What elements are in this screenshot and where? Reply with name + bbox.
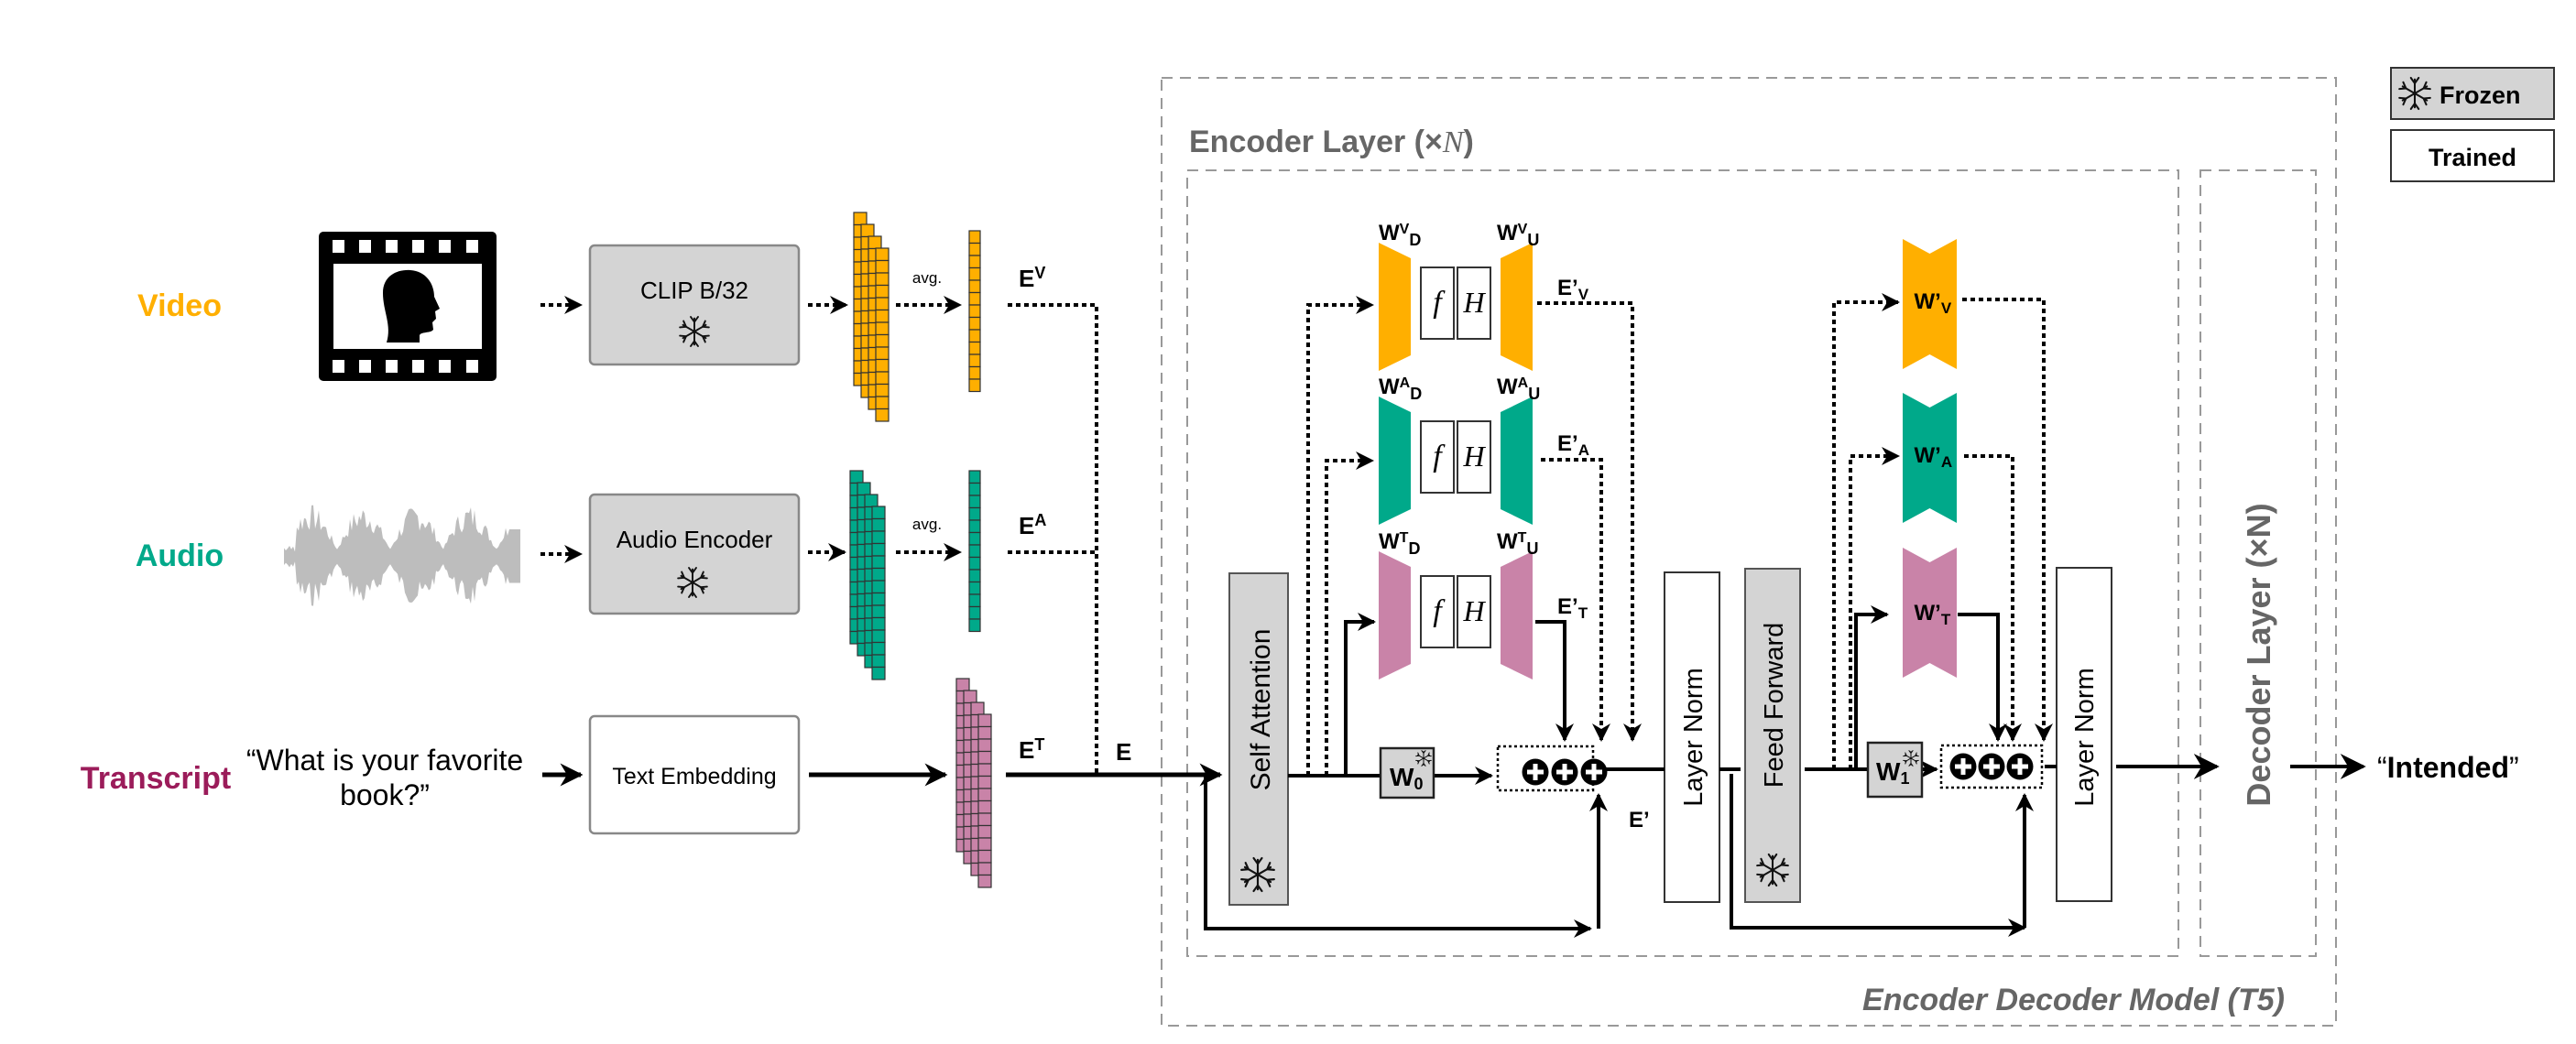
adapter-a: f HWAD WAUE’A [1379,375,1589,525]
down-projection [1379,551,1411,680]
down-projection [1379,397,1411,525]
dotted-to-ff-video-adapter [1832,293,1900,769]
h-label: H [1462,594,1486,627]
layer-norm-1: Layer Norm [1664,571,1720,903]
text-feature-stack [955,678,992,888]
transcript-text: “What is your favorite [246,744,523,777]
audio-avg-vector [968,470,981,633]
architecture-diagram: Encoder Decoder Model (T5) Encoder Layer… [81,67,2555,1027]
transcript-label: Transcript [81,761,231,796]
up-projection [1501,397,1533,525]
down-label: WAD [1379,375,1422,403]
layer-norm-2: Layer Norm [2056,567,2112,902]
waveform-icon [284,505,520,606]
text-adapter-out [1535,620,1574,742]
legend-frozen-label: Frozen [2440,82,2521,109]
plus-icon [1551,758,1578,786]
video-avg-vector [968,230,981,393]
encoder-layer-label: Encoder Layer (×N) [1189,125,1474,159]
dotted-ff-audio-out [1964,454,2022,742]
ff-adapter-a: W’A [1903,393,1957,523]
up-label: WVU [1497,221,1539,249]
ev-label: EV [1019,264,1045,292]
encoder-decoder-label: Encoder Decoder Model (T5) [1862,983,2285,1017]
up-label: WTU [1497,529,1538,558]
svg-text:Audio Encoder: Audio Encoder [617,526,773,553]
up-label: WAU [1497,375,1540,403]
line-to-text-adapter [1344,613,1376,776]
down-projection [1379,243,1411,371]
down-label: WTD [1379,529,1420,558]
h-label: H [1462,286,1486,319]
audio-feature-stack [849,470,886,680]
dotted-to-audio-adapter [1325,451,1374,776]
film-strip-head-icon [319,232,497,381]
ea-label: EA [1019,511,1046,539]
ff-adapter-v: W’V [1903,239,1957,369]
video-avg-label: avg. [912,269,942,287]
plus-icon [1580,758,1608,786]
transcript-text-line2: book?” [340,778,430,811]
video-feature-stack [853,212,890,422]
plus-icon [2006,753,2034,780]
svg-text:CLIP B/32: CLIP B/32 [640,277,748,304]
plus-icon [1949,753,1977,780]
adapter-output-label: E’A [1557,431,1589,459]
et-label: ET [1019,735,1044,764]
plus-icon [1522,758,1549,786]
decoder-layer-label: Decoder Layer (×N) [2240,503,2277,806]
clip-encoder-box: CLIP B/32 [588,244,801,366]
ff-text-out [1958,613,2007,742]
h-label: H [1462,440,1486,473]
dotted-ev-line [1008,303,1098,775]
svg-text:Self Attention: Self Attention [1246,629,1276,791]
e-prime-label: E’ [1629,808,1650,832]
w0-block: W0 [1379,746,1435,799]
w1-block: W1 [1866,741,1924,799]
plus-icon [1978,753,2005,780]
ff-adapter-t: W’T [1903,548,1957,678]
adapter-output-label: E’T [1557,594,1588,622]
svg-text:Feed Forward: Feed Forward [1760,623,1789,788]
adapter-output-label: E’V [1557,276,1589,303]
audio-avg-label: avg. [912,516,942,533]
text-embedding-box: Text Embedding [588,714,801,835]
svg-text:Layer Norm: Layer Norm [1679,668,1708,807]
svg-text:Text Embedding: Text Embedding [612,764,776,789]
legend-trained-label: Trained [2429,144,2516,171]
feed-forward-block: Feed Forward [1744,568,1801,903]
audio-encoder-box: Audio Encoder [588,493,801,615]
adapter-t: f HWTD WTUE’T [1379,529,1588,680]
svg-text:Layer Norm: Layer Norm [2070,668,2100,807]
legend: Frozen Trained [2390,67,2555,182]
dotted-to-video-adapter [1306,296,1374,776]
dotted-ff-video-out [1962,298,2053,742]
up-projection [1501,551,1533,680]
self-attention-block: Self Attention [1228,572,1289,906]
adapter-v: f HWVD WVUE’V [1379,221,1589,371]
up-projection [1501,243,1533,371]
video-label: Video [137,288,222,323]
e-label: E [1116,738,1131,766]
dotted-video-adapter-out [1537,301,1642,742]
down-label: WVD [1379,221,1421,249]
audio-label: Audio [136,538,224,573]
output-text: “Intended” [2377,751,2519,784]
